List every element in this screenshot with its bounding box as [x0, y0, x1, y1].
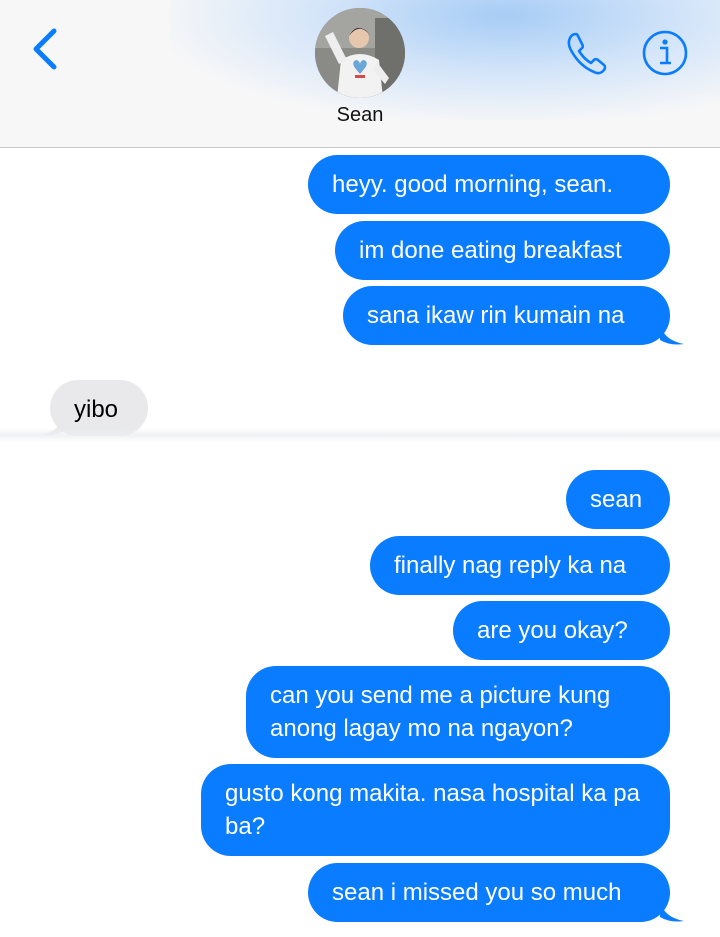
message-bubble-outgoing[interactable]: heyy. good morning, sean. [308, 155, 670, 214]
message-bubble-outgoing[interactable]: sean [566, 470, 670, 529]
contact-avatar[interactable] [315, 8, 405, 98]
back-button[interactable] [24, 24, 64, 74]
message-text: can you send me a picture kung anong lag… [270, 682, 611, 742]
info-icon [642, 30, 688, 76]
message-text: sean i missed you so much [332, 879, 622, 906]
bubble-tail [660, 899, 684, 922]
conversation-header: Sean [0, 0, 720, 148]
message-bubble-outgoing[interactable]: sean i missed you so much [308, 863, 670, 922]
message-bubble-outgoing[interactable]: are you okay? [453, 601, 670, 660]
message-bubble-outgoing[interactable]: finally nag reply ka na [370, 536, 670, 595]
message-bubble-outgoing[interactable]: gusto kong makita. nasa hospital ka pa b… [201, 764, 670, 856]
call-button[interactable] [562, 28, 612, 78]
message-text: gusto kong makita. nasa hospital ka pa b… [225, 780, 640, 840]
message-text: sean [590, 486, 643, 513]
message-text: are you okay? [477, 617, 628, 644]
header-glow [170, 0, 720, 120]
screenshot-seam [0, 428, 720, 442]
message-text: heyy. good morning, sean. [332, 171, 614, 198]
message-text: yibo [74, 396, 119, 423]
avatar-image [315, 8, 405, 98]
message-bubble-outgoing[interactable]: im done eating breakfast [335, 221, 670, 280]
message-bubble-outgoing[interactable]: sana ikaw rin kumain na [343, 286, 670, 345]
message-text: finally nag reply ka na [394, 552, 627, 579]
chevron-left-icon [33, 28, 57, 70]
info-button[interactable] [640, 28, 690, 78]
phone-icon [567, 32, 607, 75]
message-text: sana ikaw rin kumain na [367, 302, 625, 329]
bubble-tail [660, 322, 684, 345]
message-bubble-outgoing[interactable]: can you send me a picture kung anong lag… [246, 666, 670, 758]
message-text: im done eating breakfast [359, 237, 622, 264]
contact-name[interactable]: Sean [0, 104, 720, 127]
